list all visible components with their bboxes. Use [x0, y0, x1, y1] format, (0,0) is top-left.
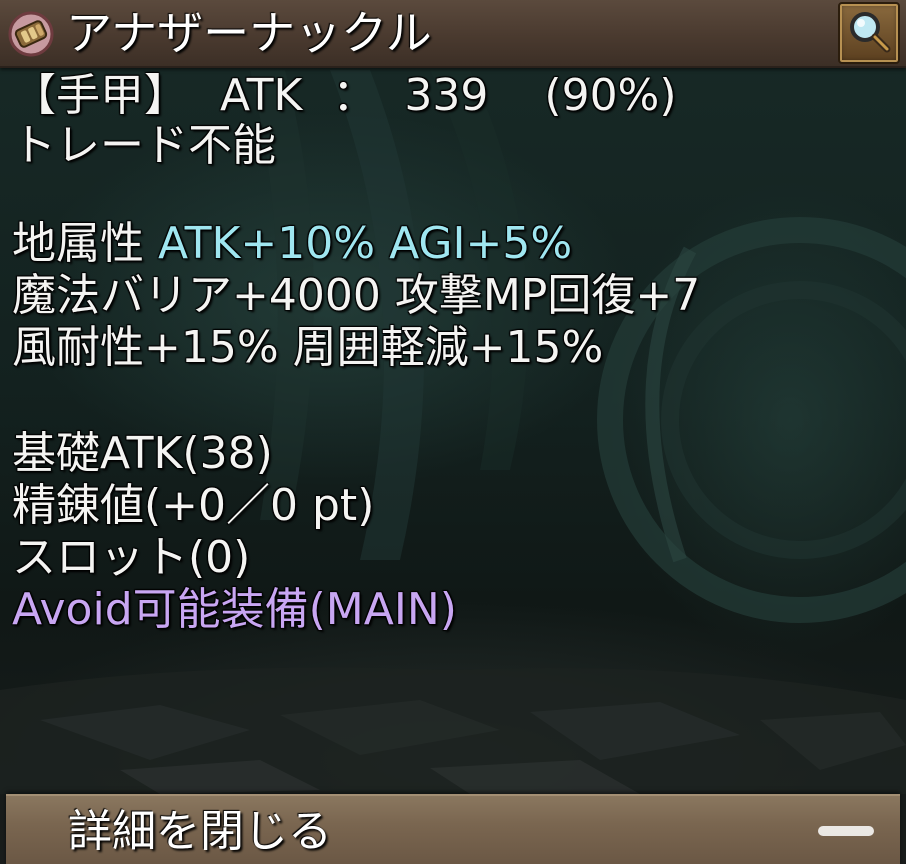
refine-value: 精錬値(+0／0 pt) — [12, 480, 375, 531]
fist-gauntlet-icon — [6, 10, 56, 58]
ability-line-2: 魔法バリア+4000 攻撃MP回復+7 — [12, 270, 701, 321]
atk-percent: (90%) — [544, 70, 677, 121]
close-details-button[interactable]: 詳細を閉じる — [6, 794, 900, 864]
trade-status: トレード不能 — [12, 120, 276, 171]
element-bonus: ATK+10% AGI+5% — [158, 218, 573, 269]
atk-separator: ： — [332, 70, 377, 121]
item-detail-screen: アナザーナックル 【手甲】 ATK ： 339 (90%) トレード不能 地属性 ATK+… — [0, 0, 906, 864]
ability-line-1: 地属性 ATK+10% AGI+5% — [12, 218, 572, 270]
atk-value: 339 — [404, 70, 489, 121]
weapon-type: 【手甲】 — [12, 70, 188, 121]
ability-line-3: 風耐性+15% 周囲軽減+15% — [12, 322, 604, 373]
element-label: 地属性 — [12, 218, 144, 269]
magnifier-icon — [850, 12, 891, 53]
item-name: アナザーナックル — [66, 6, 432, 60]
avoid-note: Avoid可能装備(MAIN) — [12, 584, 457, 635]
atk-label: ATK — [220, 70, 303, 121]
atk-line: 【手甲】 ATK ： 339 (90%) — [12, 70, 677, 122]
title-bar: アナザーナックル — [0, 0, 906, 68]
base-atk: 基礎ATK(38) — [12, 428, 273, 479]
close-details-label: 詳細を閉じる — [68, 806, 332, 857]
glint-decoration — [818, 826, 874, 836]
search-button[interactable] — [838, 2, 900, 64]
slot-count: スロット(0) — [12, 532, 251, 583]
